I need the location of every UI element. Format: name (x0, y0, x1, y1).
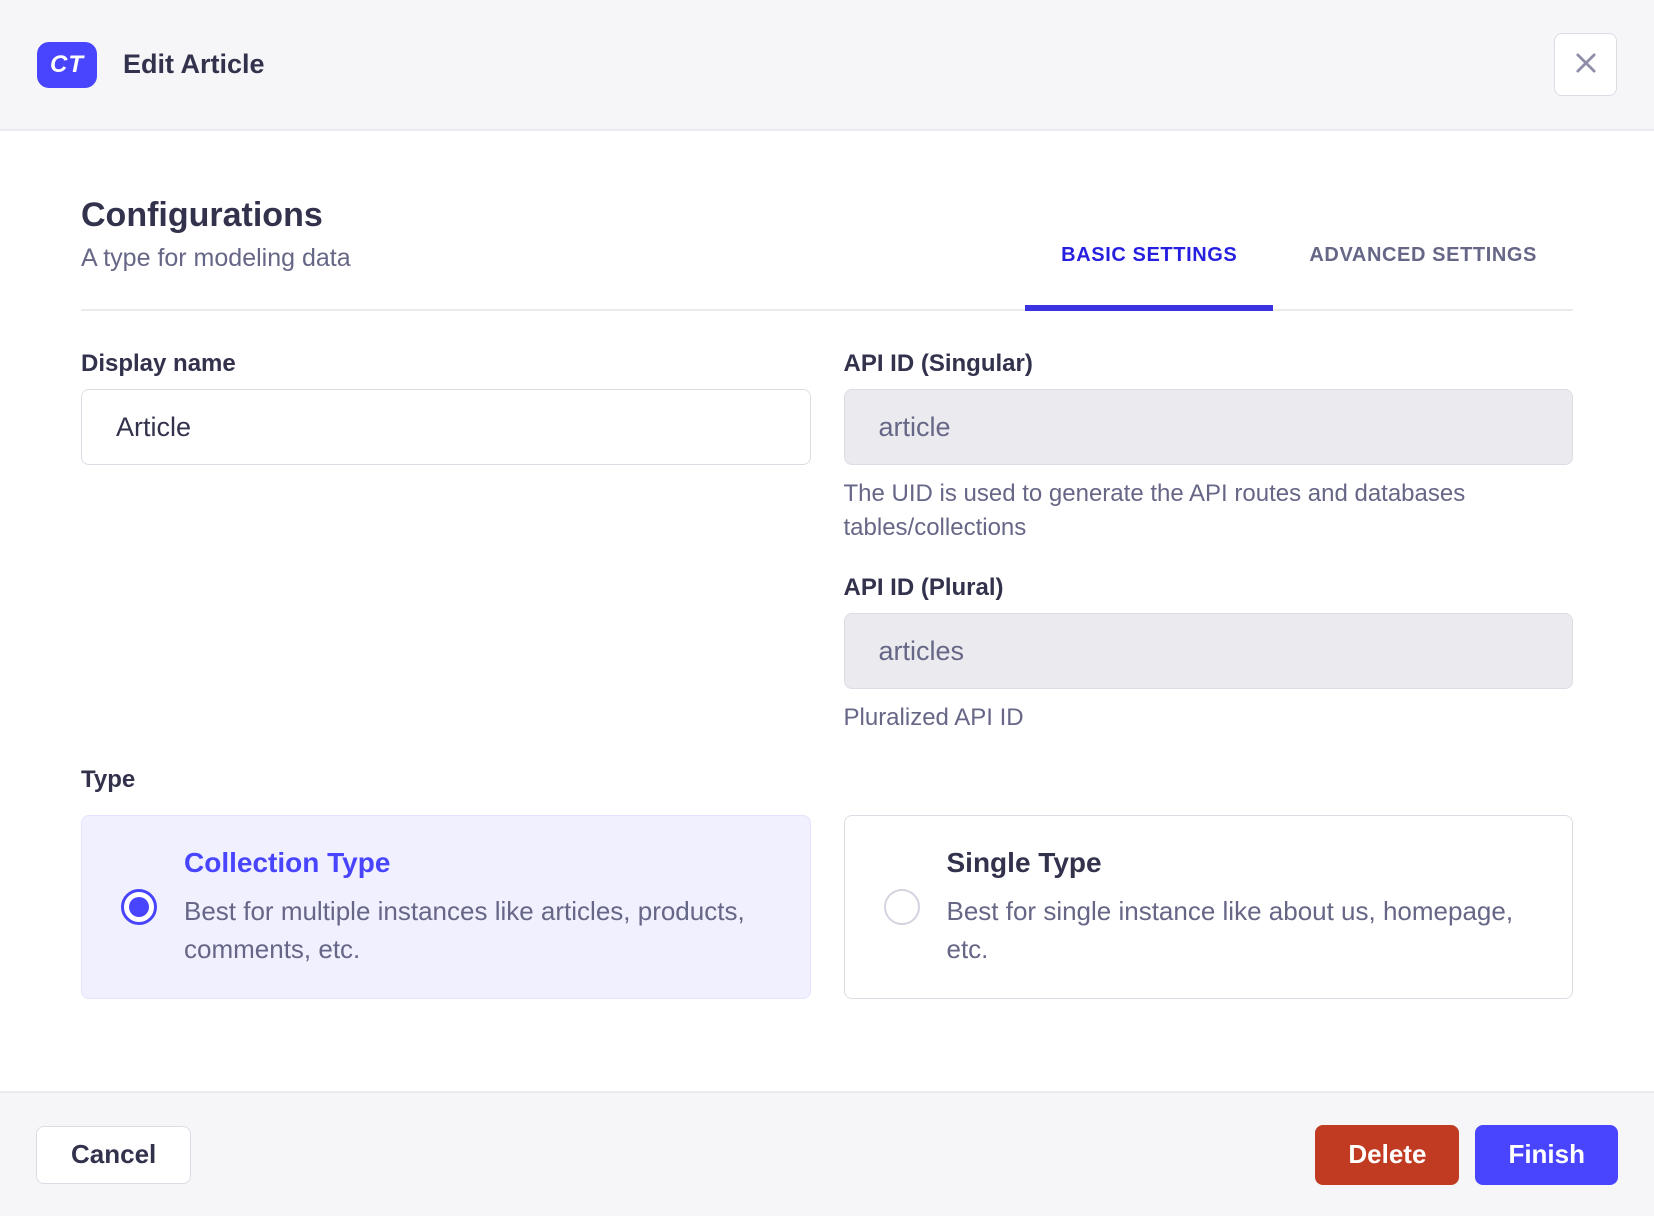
collection-type-title: Collection Type (184, 847, 391, 878)
configurations-form: Display name API ID (Singular) The UID i… (81, 349, 1573, 999)
tab-basic-settings[interactable]: BASIC SETTINGS (1025, 244, 1274, 311)
content-type-badge: CT (37, 41, 97, 88)
tab-advanced-settings[interactable]: ADVANCED SETTINGS (1273, 244, 1573, 311)
content-type-badge-label: CT (50, 50, 84, 78)
collection-type-description: Best for multiple instances like article… (184, 896, 745, 964)
page-title: Configurations (81, 196, 323, 234)
modal-header: CT Edit Article (0, 0, 1654, 131)
display-name-input[interactable] (81, 389, 811, 465)
modal-footer: Cancel Delete Finish (0, 1091, 1654, 1216)
finish-button[interactable]: Finish (1475, 1124, 1618, 1185)
modal-body: Configurations A type for modeling data … (0, 131, 1654, 1091)
modal-title: Edit Article (123, 49, 265, 79)
close-button[interactable] (1554, 33, 1617, 96)
type-block: Type Collection Type Best for multiple i… (81, 765, 1573, 999)
radio-single-type-unselected-icon[interactable] (883, 889, 920, 925)
api-id-plural-hint: Pluralized API ID (843, 704, 1024, 731)
section-titles: Configurations A type for modeling data (81, 193, 351, 309)
single-type-description: Best for single instance like about us, … (946, 896, 1514, 964)
display-name-label: Display name (81, 350, 236, 377)
section-head: Configurations A type for modeling data … (81, 193, 1573, 311)
radio-dot (129, 897, 149, 917)
api-id-singular-label: API ID (Singular) (843, 350, 1033, 377)
api-id-plural-field: API ID (Plural) Pluralized API ID (843, 573, 1573, 735)
type-option-single[interactable]: Single Type Best for single instance lik… (843, 815, 1573, 999)
single-type-title: Single Type (946, 847, 1102, 878)
type-options: Collection Type Best for multiple instan… (81, 815, 1573, 999)
page-subtitle: A type for modeling data (81, 244, 351, 272)
api-id-plural-label: API ID (Plural) (843, 574, 1004, 601)
api-id-singular-input (843, 389, 1573, 465)
api-id-singular-field: API ID (Singular) The UID is used to gen… (843, 349, 1573, 545)
cancel-button[interactable]: Cancel (36, 1125, 192, 1184)
api-id-fields: API ID (Singular) The UID is used to gen… (843, 349, 1573, 735)
settings-tabs: BASIC SETTINGS ADVANCED SETTINGS (1025, 244, 1573, 311)
delete-button[interactable]: Delete (1315, 1124, 1460, 1185)
display-name-field: Display name (81, 349, 811, 735)
type-label: Type (81, 766, 136, 793)
type-option-collection[interactable]: Collection Type Best for multiple instan… (81, 815, 811, 999)
single-type-content: Single Type Best for single instance lik… (947, 846, 1533, 968)
close-icon (1572, 49, 1600, 80)
radio-collection-type-selected-icon[interactable] (121, 889, 157, 925)
api-id-singular-hint: The UID is used to generate the API rout… (843, 480, 1466, 541)
edit-article-modal: CT Edit Article Configurations A type fo… (0, 0, 1654, 1216)
api-id-plural-input (843, 613, 1573, 689)
collection-type-content: Collection Type Best for multiple instan… (184, 846, 770, 968)
